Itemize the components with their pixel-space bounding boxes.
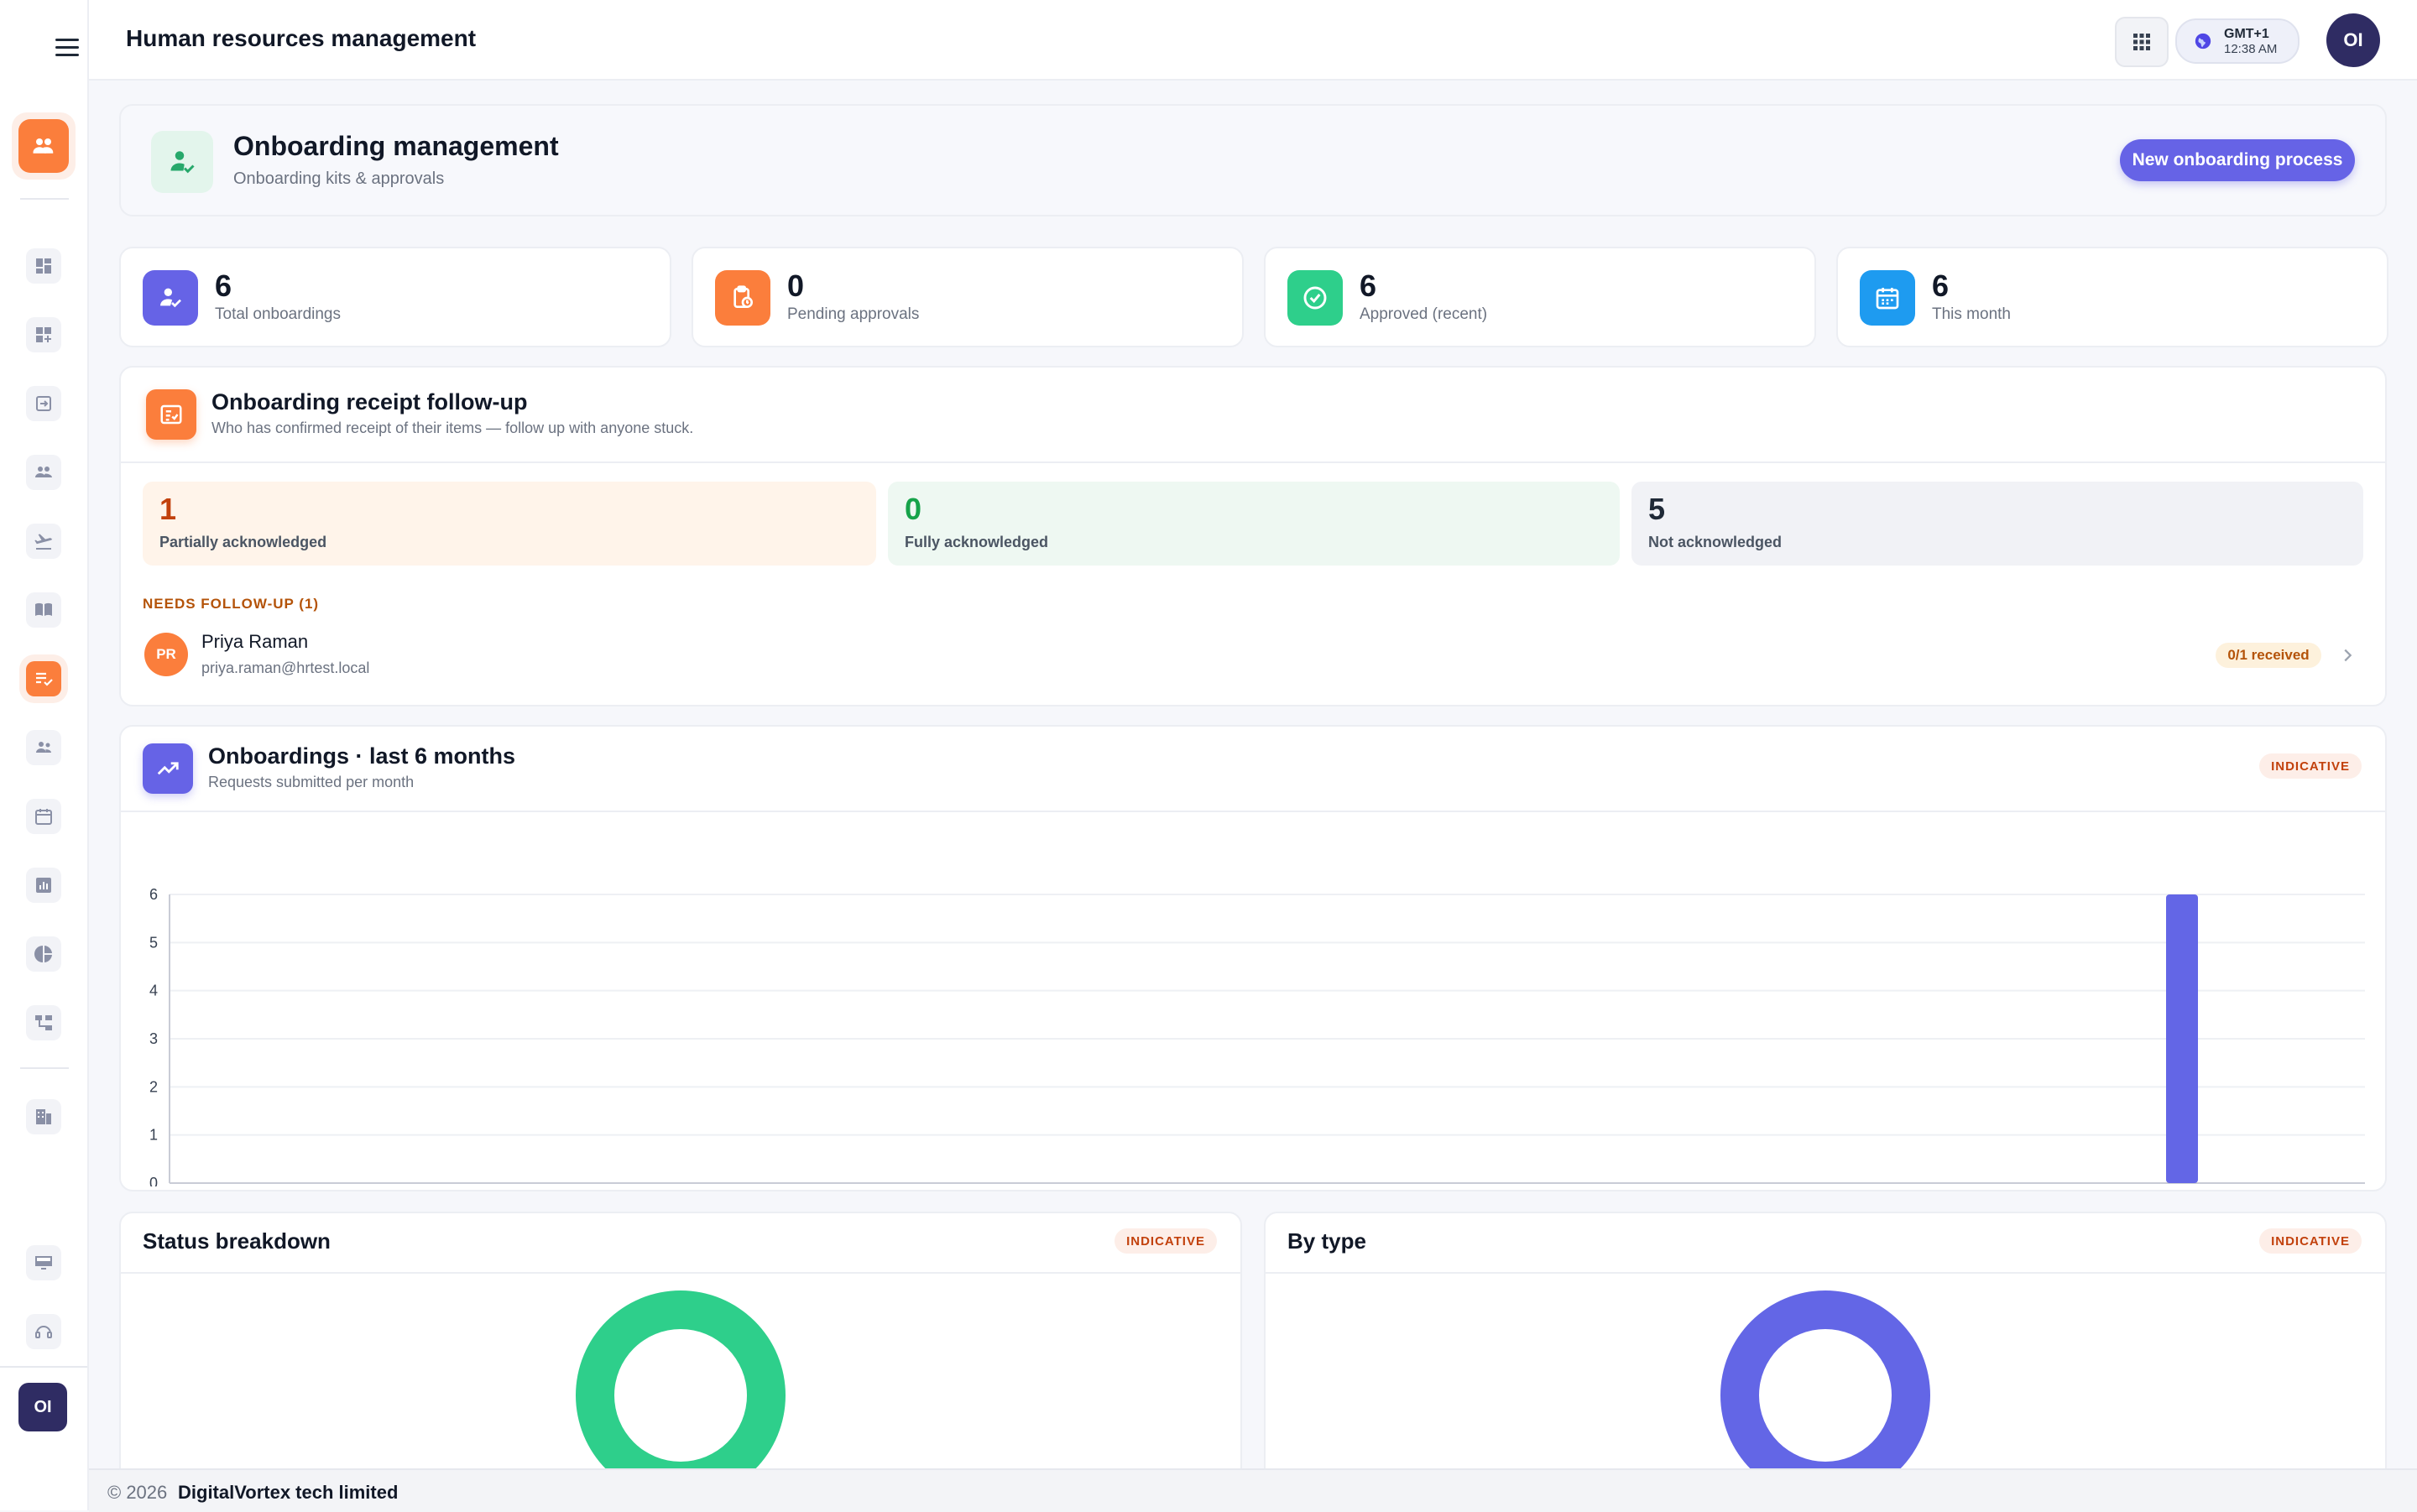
- ack-none-tile[interactable]: 5 Not acknowledged: [1631, 482, 2363, 566]
- add-widget-icon[interactable]: [26, 317, 61, 352]
- person-check-icon: [151, 131, 213, 193]
- bar: [2166, 894, 2198, 1183]
- sidebar-avatar[interactable]: OI: [18, 1383, 67, 1431]
- divider: [121, 461, 2385, 463]
- footer: © 2026 DigitalVortex tech limited: [89, 1468, 2417, 1512]
- chevron-right-icon[interactable]: [2338, 646, 2357, 665]
- person-name[interactable]: Priya Raman: [201, 631, 308, 653]
- sidebar-divider: [20, 1067, 69, 1069]
- y-tick-label: 1: [149, 1127, 158, 1144]
- timezone-label: GMT+1: [2224, 27, 2269, 41]
- monitor-icon[interactable]: [26, 1245, 61, 1280]
- book-icon[interactable]: [26, 592, 61, 628]
- status-badge: 0/1 received: [2216, 643, 2321, 668]
- current-time: 12:38 AM: [2224, 42, 2278, 56]
- by-type-card: By type INDICATIVE: [1264, 1212, 2387, 1500]
- indicative-badge: INDICATIVE: [1115, 1228, 1217, 1254]
- checklist-icon[interactable]: [26, 661, 61, 696]
- stat-card-pending: 0 Pending approvals: [692, 247, 1244, 347]
- page-title: Onboarding management: [233, 131, 559, 161]
- ack-value: 1: [159, 492, 177, 526]
- group-icon[interactable]: [26, 455, 61, 490]
- indicative-badge: INDICATIVE: [2259, 1228, 2362, 1254]
- person-check-icon: [143, 270, 198, 326]
- status-breakdown-card: Status breakdown INDICATIVE: [119, 1212, 1242, 1500]
- globe-icon: [2195, 33, 2211, 50]
- onboardings-chart-card: Onboardings · last 6 months Requests sub…: [119, 725, 2387, 1191]
- page-subtitle: Onboarding kits & approvals: [233, 169, 445, 188]
- ack-value: 5: [1648, 492, 1666, 526]
- person-email: priya.raman@hrtest.local: [201, 660, 370, 676]
- section-title: Onboarding receipt follow-up: [211, 389, 528, 414]
- sidebar: OI: [0, 0, 89, 1510]
- topbar: Human resources management GMT+1 12:38 A…: [89, 0, 2417, 81]
- stat-card-approved: 6 Approved (recent): [1264, 247, 1816, 347]
- stat-card-month: 6 This month: [1836, 247, 2388, 347]
- dashboard-icon[interactable]: [26, 248, 61, 284]
- support-icon[interactable]: [26, 1314, 61, 1349]
- ack-label: Fully acknowledged: [905, 534, 1049, 550]
- stat-label: Pending approvals: [787, 305, 920, 323]
- section-title: Status breakdown: [143, 1228, 331, 1254]
- y-tick-label: 4: [149, 983, 158, 999]
- sidebar-divider: [20, 198, 69, 200]
- stat-card-total: 6 Total onboardings: [119, 247, 671, 347]
- avatar: PR: [144, 633, 188, 676]
- copyright-text: © 2026: [107, 1482, 168, 1503]
- user-avatar[interactable]: OI: [2326, 13, 2380, 67]
- app-title: Human resources management: [126, 25, 477, 51]
- stat-label: Approved (recent): [1360, 305, 1488, 323]
- bar-chart-icon[interactable]: [26, 868, 61, 903]
- section-title: By type: [1287, 1228, 1366, 1254]
- ack-full-tile[interactable]: 0 Fully acknowledged: [888, 482, 1620, 566]
- chart-subtitle: Requests submitted per month: [208, 774, 415, 790]
- fact-check-icon: [146, 389, 196, 440]
- ack-partial-tile[interactable]: 1 Partially acknowledged: [143, 482, 876, 566]
- login-icon[interactable]: [26, 386, 61, 421]
- receipt-followup-card: Onboarding receipt follow-up Who has con…: [119, 366, 2387, 706]
- ack-label: Partially acknowledged: [159, 534, 327, 550]
- divider: [1266, 1272, 2385, 1274]
- page-header-card: Onboarding management Onboarding kits & …: [119, 104, 2387, 216]
- clipboard-clock-icon: [715, 270, 770, 326]
- sidebar-divider: [0, 1366, 87, 1368]
- team-icon[interactable]: [26, 730, 61, 765]
- stat-value: 0: [787, 269, 805, 303]
- ack-label: Not acknowledged: [1648, 534, 1783, 550]
- menu-icon[interactable]: [55, 39, 79, 57]
- stat-value: 6: [215, 269, 232, 303]
- trending-up-icon: [143, 743, 193, 794]
- calendar-icon[interactable]: [26, 799, 61, 834]
- y-tick-label: 0: [149, 1175, 158, 1186]
- needs-followup-label: NEEDS FOLLOW-UP (1): [143, 596, 320, 612]
- section-subtitle: Who has confirmed receipt of their items…: [211, 420, 694, 436]
- apps-grid-icon[interactable]: [2115, 17, 2169, 67]
- stat-label: Total onboardings: [215, 305, 341, 323]
- check-circle-icon: [1287, 270, 1343, 326]
- stat-label: This month: [1932, 305, 2011, 323]
- y-tick-label: 6: [149, 886, 158, 903]
- bar-chart: 0123456FebMarAprMayJunJul: [149, 886, 2365, 1186]
- pie-chart-icon[interactable]: [26, 936, 61, 972]
- departure-icon[interactable]: [26, 524, 61, 559]
- y-tick-label: 3: [149, 1030, 158, 1047]
- y-tick-label: 5: [149, 934, 158, 951]
- company-name: DigitalVortex tech limited: [178, 1482, 399, 1503]
- timezone-chip[interactable]: GMT+1 12:38 AM: [2175, 18, 2300, 64]
- building-icon[interactable]: [26, 1099, 61, 1134]
- chart-title: Onboardings · last 6 months: [208, 743, 516, 769]
- indicative-badge: INDICATIVE: [2259, 753, 2362, 779]
- new-onboarding-button[interactable]: New onboarding process: [2120, 139, 2355, 181]
- stat-value: 6: [1360, 269, 1377, 303]
- divider: [121, 1272, 1240, 1274]
- y-tick-label: 2: [149, 1078, 158, 1095]
- ack-value: 0: [905, 492, 922, 526]
- org-chart-icon[interactable]: [26, 1005, 61, 1040]
- calendar-icon: [1860, 270, 1915, 326]
- people-icon[interactable]: [18, 119, 69, 173]
- stat-value: 6: [1932, 269, 1950, 303]
